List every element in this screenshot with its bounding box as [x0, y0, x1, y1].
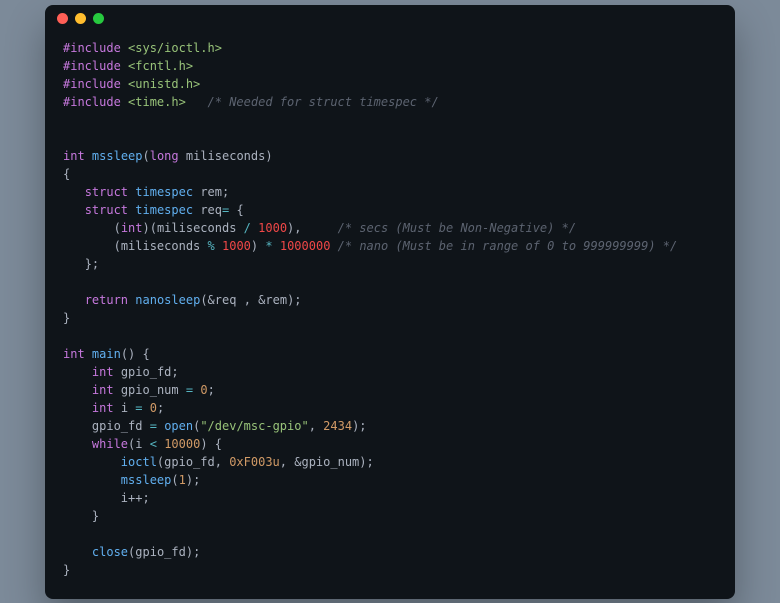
include-directive: #include	[63, 95, 121, 109]
type-name: timespec	[135, 203, 193, 217]
while-keyword: while	[92, 437, 128, 451]
function-name: main	[92, 347, 121, 361]
number-literal: 10000	[164, 437, 200, 451]
include-directive: #include	[63, 59, 121, 73]
var-name: i	[121, 401, 128, 415]
arg: &gpio_num	[294, 455, 359, 469]
number-literal: 1000	[258, 221, 287, 235]
var-name: gpio_num	[121, 383, 179, 397]
type-keyword: int	[92, 401, 114, 415]
minimize-icon[interactable]	[75, 13, 86, 24]
type-keyword: long	[150, 149, 179, 163]
comment: /* nano (Must be in range of 0 to 999999…	[338, 239, 678, 253]
var-name: req	[200, 203, 222, 217]
struct-keyword: struct	[85, 203, 128, 217]
number-literal: 0	[200, 383, 207, 397]
type-keyword: int	[63, 347, 85, 361]
increment: i++	[121, 491, 143, 505]
number-literal: 2434	[323, 419, 352, 433]
include-header: <unistd.h>	[128, 77, 200, 91]
include-header: <fcntl.h>	[128, 59, 193, 73]
type-keyword: int	[92, 383, 114, 397]
number-literal: 1000000	[280, 239, 331, 253]
code-window: #include <sys/ioctl.h> #include <fcntl.h…	[45, 5, 735, 599]
function-call: nanosleep	[135, 293, 200, 307]
close-icon[interactable]	[57, 13, 68, 24]
ident: i	[135, 437, 142, 451]
param-name: miliseconds	[186, 149, 265, 163]
number-literal: 1	[179, 473, 186, 487]
arg: gpio_fd	[164, 455, 215, 469]
include-header: <time.h>	[128, 95, 186, 109]
return-keyword: return	[85, 293, 128, 307]
type-name: timespec	[135, 185, 193, 199]
string-literal: "/dev/msc-gpio"	[200, 419, 308, 433]
function-name: mssleep	[92, 149, 143, 163]
comment: /* Needed for struct timespec */	[208, 95, 439, 109]
include-directive: #include	[63, 41, 121, 55]
operator: <	[150, 437, 157, 451]
maximize-icon[interactable]	[93, 13, 104, 24]
include-header: <sys/ioctl.h>	[128, 41, 222, 55]
type-keyword: int	[63, 149, 85, 163]
function-call: mssleep	[121, 473, 172, 487]
function-call: open	[164, 419, 193, 433]
arg: &req	[208, 293, 237, 307]
operator: /	[244, 221, 251, 235]
function-call: close	[92, 545, 128, 559]
hex-literal: 0xF003u	[229, 455, 280, 469]
struct-keyword: struct	[85, 185, 128, 199]
comment: /* secs (Must be Non-Negative) */	[338, 221, 576, 235]
include-directive: #include	[63, 77, 121, 91]
ident: miliseconds	[121, 239, 200, 253]
var-name: rem	[200, 185, 222, 199]
var-name: gpio_fd	[92, 419, 143, 433]
ident: miliseconds	[157, 221, 236, 235]
number-literal: 0	[150, 401, 157, 415]
type-keyword: int	[92, 365, 114, 379]
operator: %	[208, 239, 215, 253]
operator: *	[265, 239, 272, 253]
cast-type: int	[121, 221, 143, 235]
window-titlebar	[45, 5, 735, 33]
var-name: gpio_fd	[121, 365, 172, 379]
arg: gpio_fd	[135, 545, 186, 559]
number-literal: 1000	[222, 239, 251, 253]
code-content: #include <sys/ioctl.h> #include <fcntl.h…	[45, 33, 735, 599]
arg: &rem	[258, 293, 287, 307]
function-call: ioctl	[121, 455, 157, 469]
